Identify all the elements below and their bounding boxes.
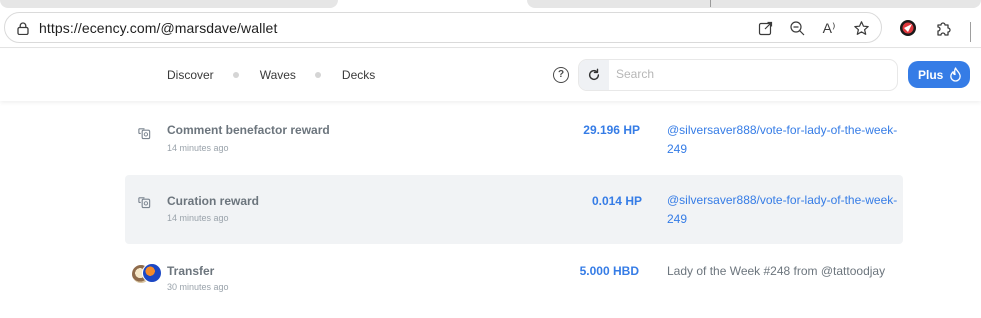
nav-separator-dot <box>314 72 321 78</box>
open-external-icon <box>758 21 772 35</box>
search-mode-toggle[interactable] <box>579 60 609 90</box>
nav-link-decks[interactable]: Decks <box>342 68 375 82</box>
favorite-button[interactable] <box>847 16 875 40</box>
browser-toolbar: https://ecency.com/@marsdave/wallet A⁾ <box>0 8 981 48</box>
toolbar-divider <box>970 22 971 42</box>
transaction-row: Comment benefactor reward 14 minutes ago… <box>125 106 903 172</box>
flame-icon <box>950 67 962 82</box>
transaction-type: Comment benefactor reward <box>167 123 330 137</box>
open-in-app-button[interactable] <box>751 16 779 40</box>
reward-icon <box>138 128 151 140</box>
app-navbar: Discover Waves Decks ? Plus <box>0 49 981 101</box>
transaction-amount: 5.000 HBD <box>579 264 639 278</box>
search-box[interactable] <box>578 59 898 91</box>
search-input[interactable] <box>616 67 886 81</box>
extension-button[interactable] <box>894 16 922 40</box>
transaction-amount: 29.196 HP <box>583 123 640 137</box>
transaction-time: 14 minutes ago <box>167 213 229 223</box>
browser-tab[interactable] <box>0 0 338 8</box>
tab-separator <box>710 0 711 7</box>
reward-icon <box>138 197 151 209</box>
zoom-out-icon <box>789 20 804 35</box>
transaction-time: 14 minutes ago <box>167 143 229 153</box>
browser-tab[interactable] <box>527 0 981 8</box>
nav-links: Discover Waves Decks <box>167 68 375 82</box>
url-text[interactable]: https://ecency.com/@marsdave/wallet <box>39 20 277 36</box>
address-bar[interactable]: https://ecency.com/@marsdave/wallet A⁾ <box>4 12 882 43</box>
transaction-time: 30 minutes ago <box>167 282 229 292</box>
nav-link-discover[interactable]: Discover <box>167 68 214 82</box>
extension-logo-icon <box>900 20 916 36</box>
transaction-type: Curation reward <box>167 194 260 208</box>
nav-link-waves[interactable]: Waves <box>260 68 296 82</box>
transaction-type: Transfer <box>167 264 215 278</box>
puzzle-icon <box>937 22 951 36</box>
transaction-row: Transfer 30 minutes ago 5.000 HBD Lady o… <box>125 248 903 318</box>
lock-icon[interactable] <box>17 22 29 35</box>
transaction-memo-link[interactable]: @silversaver888/vote-for-lady-of-the-wee… <box>667 191 899 229</box>
star-icon <box>853 20 869 35</box>
transaction-row: Curation reward 14 minutes ago 0.014 HP … <box>125 175 903 244</box>
zoom-out-button[interactable] <box>783 16 811 40</box>
help-icon[interactable]: ? <box>553 67 569 83</box>
transaction-amount: 0.014 HP <box>591 194 642 208</box>
transaction-memo-link[interactable]: @silversaver888/vote-for-lady-of-the-wee… <box>667 121 899 159</box>
avatar[interactable] <box>142 263 162 283</box>
nav-separator-dot <box>232 72 239 78</box>
transfer-avatars <box>131 263 163 285</box>
extensions-button[interactable] <box>930 16 958 40</box>
read-aloud-button[interactable]: A⁾ <box>815 16 843 40</box>
plus-button-label: Plus <box>918 67 944 82</box>
refresh-icon <box>588 68 600 81</box>
browser-tab-strip <box>0 0 981 8</box>
transaction-memo: Lady of the Week #248 from @tattoodjay <box>667 264 886 278</box>
read-aloud-icon: A⁾ <box>822 19 836 36</box>
plus-button[interactable]: Plus <box>908 61 970 88</box>
